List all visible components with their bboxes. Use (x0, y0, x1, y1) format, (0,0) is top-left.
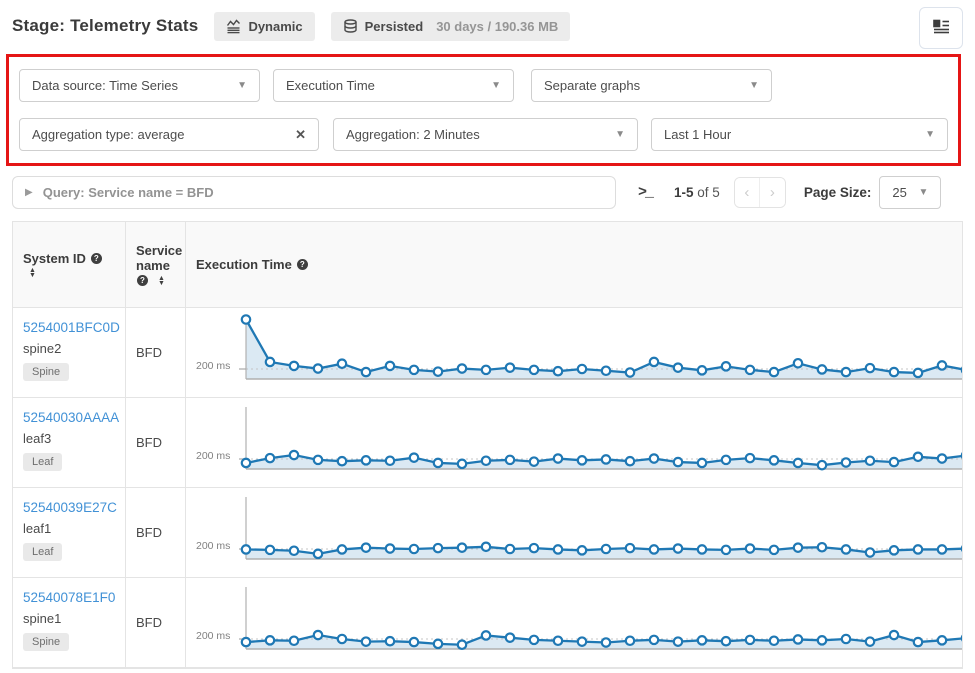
system-id-cell: 52540030AAAA leaf3 Leaf (13, 398, 126, 488)
metric-select-value: Execution Time (286, 78, 375, 93)
chart-y-axis-label: 200 ms (196, 540, 230, 552)
filters-annotation-box: Data source: Time Series ▼ Execution Tim… (6, 54, 961, 166)
next-page-button[interactable]: › (760, 178, 785, 207)
role-badge: Leaf (23, 543, 62, 561)
terminal-icon[interactable]: >_ (638, 184, 652, 201)
chevron-down-icon: ▼ (237, 80, 247, 91)
execution-time-chart: 200 ms (186, 488, 962, 578)
execution-time-chart: 200 ms (186, 308, 962, 398)
prev-page-button[interactable]: ‹ (735, 178, 760, 207)
time-range-value: Last 1 Hour (664, 127, 731, 142)
table-row: 52540030AAAA leaf3 Leaf BFD 200 ms (13, 398, 962, 488)
chart-y-axis-label: 200 ms (196, 360, 230, 372)
system-id-link[interactable]: 52540039E27C (23, 500, 117, 515)
chevron-down-icon: ▼ (918, 187, 928, 198)
role-badge: Leaf (23, 453, 62, 471)
chevron-down-icon: ▼ (749, 80, 759, 91)
table-row: 52540039E27C leaf1 Leaf BFD 200 ms (13, 488, 962, 578)
data-source-select-value: Data source: Time Series (32, 78, 178, 93)
telemetry-table: System ID? ▲▼ Service name ? ▲▼ Executio… (12, 221, 963, 669)
pagination-range-total: of 5 (697, 185, 720, 200)
system-id-cell: 52540039E27C leaf1 Leaf (13, 488, 126, 578)
filters-row-1: Data source: Time Series ▼ Execution Tim… (17, 69, 950, 102)
aggregation-type-value: Aggregation type: average (32, 127, 185, 142)
system-id-link[interactable]: 52540030AAAA (23, 410, 119, 425)
pager: ‹ › (734, 177, 786, 208)
service-name-cell: BFD (126, 398, 186, 488)
persisted-badge-detail: 30 days / 190.36 MB (436, 19, 558, 34)
service-name-cell: BFD (126, 308, 186, 398)
system-id-link[interactable]: 52540078E1F0 (23, 590, 115, 605)
aggregation-type-select[interactable]: Aggregation type: average ✕ (19, 118, 319, 151)
help-icon[interactable]: ? (91, 253, 102, 264)
column-label: System ID (23, 251, 86, 266)
layout-icon (933, 19, 950, 37)
page-size-value: 25 (892, 185, 906, 200)
hostname: leaf1 (23, 521, 115, 536)
column-header-execution-time: Execution Time? (186, 222, 962, 308)
sort-icon[interactable]: ▲▼ (158, 276, 165, 286)
persisted-badge-label: Persisted (365, 19, 424, 34)
hostname: spine2 (23, 341, 115, 356)
dynamic-badge[interactable]: Dynamic (214, 12, 314, 41)
table-header-row: System ID? ▲▼ Service name ? ▲▼ Executio… (13, 222, 962, 308)
system-id-cell: 52540078E1F0 spine1 Spine (13, 578, 126, 668)
query-summary: Query: Service name = BFD (43, 185, 214, 200)
aggregation-interval-select[interactable]: Aggregation: 2 Minutes ▼ (333, 118, 638, 151)
page-header: Stage: Telemetry Stats Dynamic Persisted… (0, 0, 975, 50)
area-chart-icon (226, 19, 241, 34)
chart-y-axis-label: 200 ms (196, 450, 230, 462)
hostname: leaf3 (23, 431, 115, 446)
page-size-select[interactable]: 25 ▼ (879, 176, 941, 209)
service-name-cell: BFD (126, 578, 186, 668)
hostname: spine1 (23, 611, 115, 626)
data-source-select[interactable]: Data source: Time Series ▼ (19, 69, 260, 102)
page-size-label: Page Size: (804, 185, 872, 200)
column-label: Service name (136, 243, 182, 273)
role-badge: Spine (23, 363, 69, 381)
database-icon (343, 19, 358, 34)
pagination-range: 1-5 of 5 (674, 185, 720, 200)
column-header-system-id: System ID? ▲▼ (13, 222, 126, 308)
table-row: 52540078E1F0 spine1 Spine BFD 200 ms (13, 578, 962, 668)
help-icon[interactable]: ? (297, 259, 308, 270)
role-badge: Spine (23, 633, 69, 651)
filters-row-2: Aggregation type: average ✕ Aggregation:… (17, 118, 950, 151)
chart-y-axis-label: 200 ms (196, 630, 230, 642)
execution-time-chart: 200 ms (186, 578, 962, 668)
graph-mode-select[interactable]: Separate graphs ▼ (531, 69, 772, 102)
graph-mode-select-value: Separate graphs (544, 78, 640, 93)
page-title: Stage: Telemetry Stats (12, 16, 198, 36)
sort-icon[interactable]: ▲▼ (29, 268, 36, 278)
chevron-down-icon: ▼ (925, 129, 935, 140)
chevron-down-icon: ▼ (491, 80, 501, 91)
column-label: Execution Time (196, 257, 292, 272)
aggregation-interval-value: Aggregation: 2 Minutes (346, 127, 480, 142)
persisted-badge[interactable]: Persisted 30 days / 190.36 MB (331, 12, 571, 41)
service-name-cell: BFD (126, 488, 186, 578)
query-row: ▶ Query: Service name = BFD >_ 1-5 of 5 … (12, 176, 963, 209)
help-icon[interactable]: ? (137, 275, 148, 286)
chevron-right-icon: ▶ (25, 187, 33, 198)
column-header-service-name: Service name ? ▲▼ (126, 222, 186, 308)
clear-icon[interactable]: ✕ (295, 127, 306, 143)
system-id-link[interactable]: 5254001BFC0D (23, 320, 120, 335)
layout-settings-button[interactable] (919, 7, 963, 49)
query-expander[interactable]: ▶ Query: Service name = BFD (12, 176, 616, 209)
pagination-range-numbers: 1-5 (674, 185, 694, 200)
table-row: 5254001BFC0D spine2 Spine BFD 200 ms (13, 308, 962, 398)
time-range-select[interactable]: Last 1 Hour ▼ (651, 118, 948, 151)
metric-select[interactable]: Execution Time ▼ (273, 69, 514, 102)
execution-time-chart: 200 ms (186, 398, 962, 488)
system-id-cell: 5254001BFC0D spine2 Spine (13, 308, 126, 398)
clipped-axis-label: ··· (0, 669, 975, 673)
dynamic-badge-label: Dynamic (248, 19, 302, 34)
chevron-down-icon: ▼ (615, 129, 625, 140)
